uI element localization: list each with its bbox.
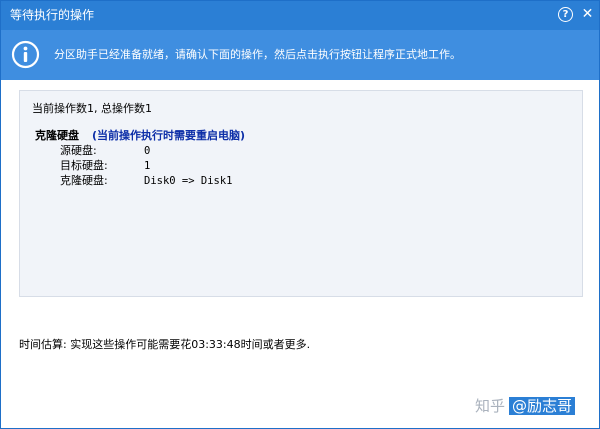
source-disk-label: 源硬盘: <box>60 144 97 157</box>
close-icon: ✕ <box>581 6 594 22</box>
operations-summary: 当前操作数1, 总操作数1 <box>32 102 152 115</box>
operation-name: 克隆硬盘 <box>35 129 79 142</box>
banner-text: 分区助手已经准备就绪，请确认下面的操作，然后点击执行按钮让程序正式地工作。 <box>54 48 461 61</box>
operations-panel: 当前操作数1, 总操作数1 克隆硬盘 (当前操作执行时需要重启电脑) 源硬盘: … <box>19 90 583 297</box>
clone-disk-label: 克隆硬盘: <box>60 174 108 187</box>
help-symbol: ? <box>562 9 569 20</box>
title-bar: 等待执行的操作 ? ✕ <box>1 1 599 30</box>
target-disk-label: 目标硬盘: <box>60 159 108 172</box>
info-icon <box>11 40 40 69</box>
watermark: 知乎 @励志哥 <box>475 396 576 416</box>
operation-note: (当前操作执行时需要重启电脑) <box>92 129 246 142</box>
help-button[interactable]: ? <box>558 7 573 22</box>
close-button[interactable]: ✕ <box>580 7 595 22</box>
target-disk-value: 1 <box>144 160 151 172</box>
window-title: 等待执行的操作 <box>10 8 95 22</box>
clone-disk-value: Disk0 => Disk1 <box>144 175 233 187</box>
info-banner: 分区助手已经准备就绪，请确认下面的操作，然后点击执行按钮让程序正式地工作。 <box>1 30 599 80</box>
pending-operations-dialog: 等待执行的操作 ? ✕ 分区助手已经准备就绪，请确认下面的操作，然后点击执行按钮… <box>0 0 600 429</box>
time-estimate: 时间估算: 实现这些操作可能需要花03:33:48时间或者更多. <box>19 338 311 351</box>
source-disk-value: 0 <box>144 145 151 157</box>
watermark-site: 知乎 <box>475 397 506 415</box>
watermark-handle: @励志哥 <box>509 397 576 415</box>
